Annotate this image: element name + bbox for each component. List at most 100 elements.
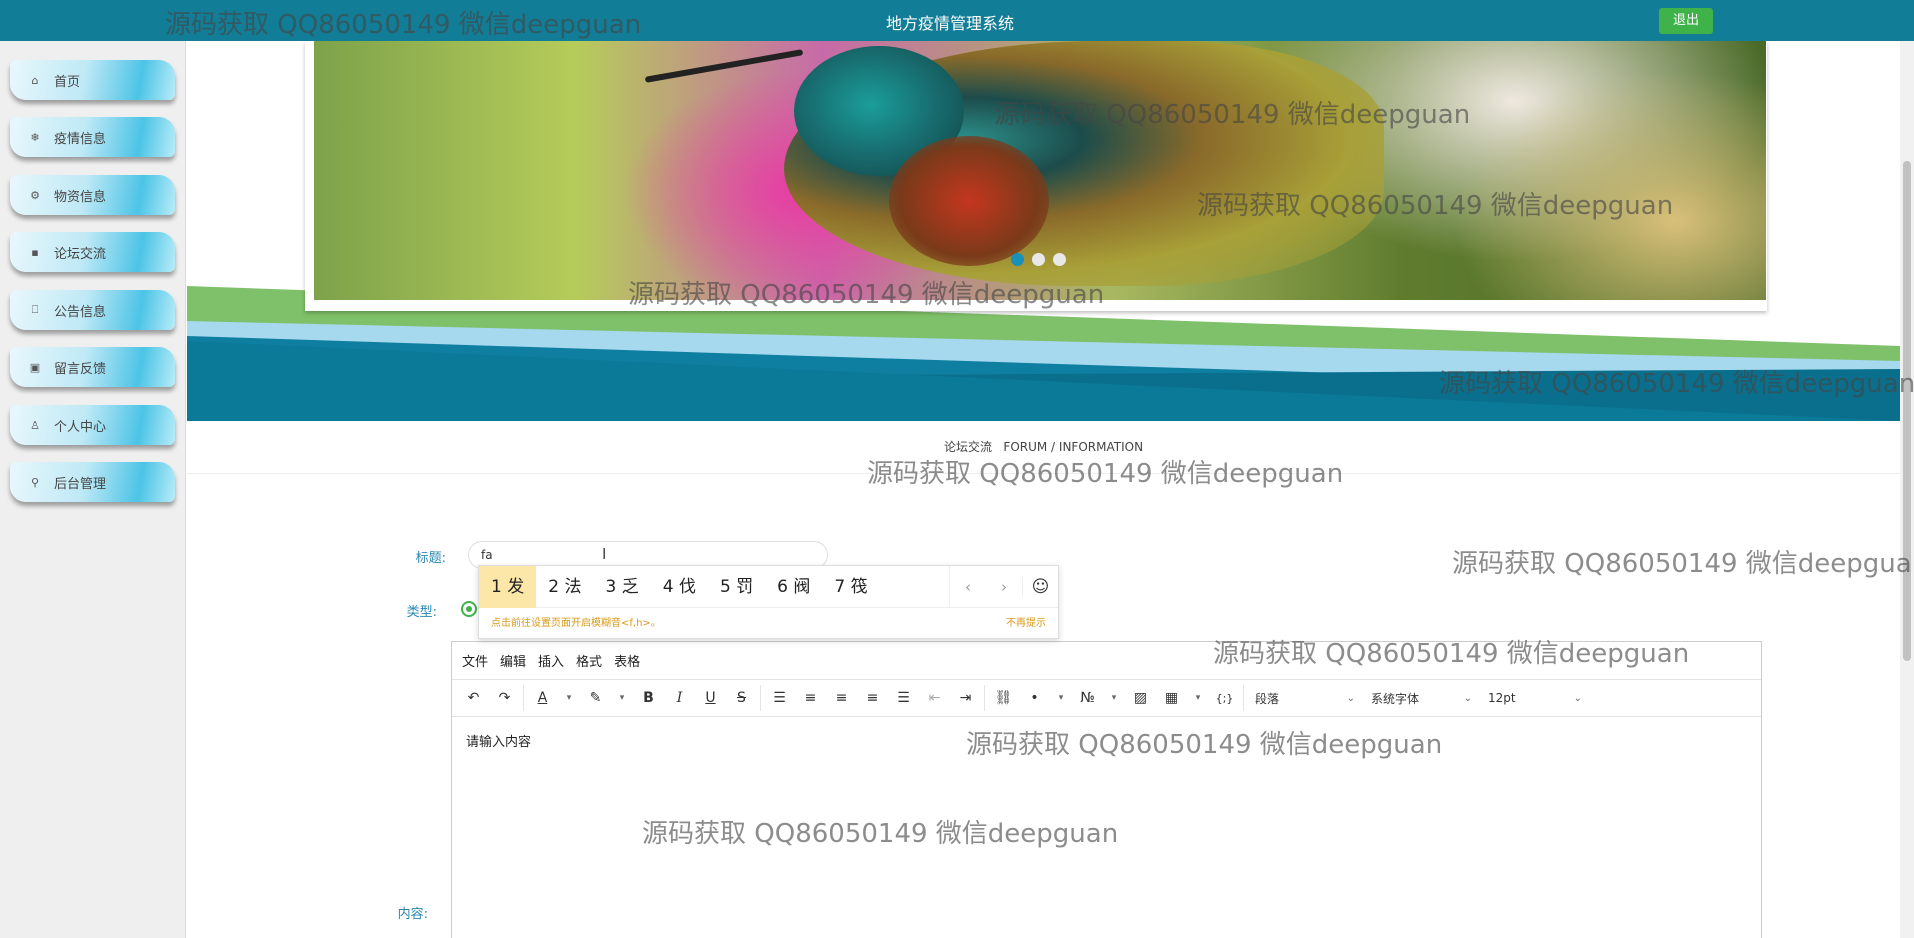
slider-pagination [1011,253,1066,266]
redo-icon[interactable]: ↷ [489,690,520,706]
slider-dot[interactable] [1032,253,1045,266]
menu-format[interactable]: 格式 [576,651,602,670]
underline-icon[interactable]: U [695,690,726,706]
table-icon[interactable]: ▦ [1156,690,1187,706]
font-size-select[interactable]: 12pt ⌄ [1480,691,1590,705]
top-bar: 地方疫情管理系统 退出 [0,0,1914,41]
section-divider [187,473,1900,474]
bird-breast [889,136,1049,266]
sidebar-item-admin[interactable]: ⚲ 后台管理 [10,462,175,502]
font-family-value: 系统字体 [1371,691,1420,706]
ime-candidate-popup: 1 发 2 法 3 乏 4 伐 5 罚 6 阀 7 筏 ‹ › ☺ 点击前往设置… [478,565,1059,639]
numbered-list-icon[interactable]: № [1072,690,1103,706]
sidebar-item-label: 留言反馈 [54,361,107,377]
sidebar-item-epidemic-info[interactable]: ❄ 疫情信息 [10,117,175,157]
block-format-value: 段落 [1255,691,1280,706]
sidebar-item-home[interactable]: ⌂ 首页 [10,60,175,100]
banner [187,41,1900,421]
editor-toolbar: ↶ ↷ A ▾ ✎ ▾ B I U S ☰ ≡ ≡ ≡ ☰ ⇤ ⇥ ⛓ • ▾ … [452,680,1761,717]
sidebar-item-label: 首页 [54,74,81,90]
menu-insert[interactable]: 插入 [538,651,564,670]
link-icon[interactable]: ⛓ [988,690,1019,706]
gear-icon: ⚙ [30,188,40,202]
rich-text-editor: 文件 编辑 插入 格式 表格 ↶ ↷ A ▾ ✎ ▾ B I U S ☰ ≡ ≡… [451,641,1762,938]
ime-dismiss-link[interactable]: 不再提示 [1006,614,1046,629]
scrollbar-thumb[interactable] [1903,161,1911,661]
italic-icon[interactable]: I [664,690,695,706]
text-color-icon[interactable]: A [527,690,558,706]
ime-candidate[interactable]: 1 发 [479,565,537,608]
chevron-down-icon[interactable]: ▾ [611,693,633,703]
link-icon: ⚲ [30,475,40,489]
page-scrollbar[interactable] [1900,41,1914,938]
sidebar: ⌂ 首页 ❄ 疫情信息 ⚙ 物资信息 ▪ 论坛交流 ⎕ 公告信息 ▣ 留言反馈 … [0,41,186,938]
chevron-down-icon: ⌄ [1573,692,1582,704]
align-center-icon[interactable]: ≡ [826,690,857,706]
ime-candidate[interactable]: 2 法 [536,566,593,608]
ime-candidate[interactable]: 7 筏 [822,566,879,608]
type-radio[interactable] [461,601,477,617]
font-size-value: 12pt [1488,691,1516,705]
code-icon[interactable]: {;} [1209,692,1240,705]
ime-candidate[interactable]: 6 阀 [765,566,822,608]
font-family-select[interactable]: 系统字体 ⌄ [1363,690,1480,707]
sidebar-item-announcements[interactable]: ⎕ 公告信息 [10,290,175,330]
bold-icon[interactable]: B [633,690,664,706]
menu-file[interactable]: 文件 [462,651,488,670]
logout-button[interactable]: 退出 [1659,8,1713,34]
chevron-down-icon[interactable]: ▾ [1050,693,1072,703]
sidebar-item-label: 后台管理 [54,476,107,492]
app-title: 地方疫情管理系统 [885,14,1014,33]
sidebar-item-label: 公告信息 [54,304,107,320]
ime-next-icon[interactable]: › [986,578,1022,596]
title-label: 标题: [415,551,446,566]
sidebar-item-supplies-info[interactable]: ⚙ 物资信息 [10,175,175,215]
block-format-select[interactable]: 段落 ⌄ [1247,690,1363,707]
align-justify-icon[interactable]: ☰ [888,690,919,706]
indent-icon[interactable]: ⇥ [950,690,981,706]
type-label: 类型: [406,605,437,620]
editor-content-area[interactable]: 请输入内容 [452,717,1761,764]
chevron-down-icon[interactable]: ▾ [558,693,580,703]
ime-candidate[interactable]: 4 伐 [651,566,708,608]
editor-menubar: 文件 编辑 插入 格式 表格 [452,642,1761,680]
emoji-icon[interactable]: ☺ [1022,576,1058,597]
sidebar-item-feedback[interactable]: ▣ 留言反馈 [10,347,175,387]
outdent-icon[interactable]: ⇤ [919,690,950,706]
undo-icon[interactable]: ↶ [458,690,489,706]
watermark: 源码获取 QQ86050149 微信deepguan [867,459,1344,489]
chevron-down-icon[interactable]: ▾ [1103,693,1125,703]
chevron-down-icon[interactable]: ▾ [1187,693,1209,703]
align-right-icon[interactable]: ≡ [857,690,888,706]
banner-slider[interactable] [305,41,1767,311]
text-cursor-icon: I [602,545,607,563]
ime-hint-text[interactable]: 点击前往设置页面开启模糊音<f,h>。 [491,614,661,629]
slider-dot[interactable] [1011,253,1024,266]
strikethrough-icon[interactable]: S [726,690,757,706]
section-title: 论坛交流 FORUM / INFORMATION [187,438,1900,455]
book-icon: ⎕ [31,303,39,316]
line-height-icon[interactable]: ☰ [764,690,795,706]
sidebar-item-label: 物资信息 [54,189,107,205]
home-icon: ⌂ [31,73,39,87]
forum-icon: ▪ [31,245,39,259]
sidebar-item-label: 个人中心 [54,419,107,435]
ime-candidate[interactable]: 5 罚 [708,566,765,608]
menu-table[interactable]: 表格 [614,651,640,670]
bird-beak [644,49,804,83]
watermark: 源码获取 QQ86050149 微信deepguan [1452,549,1914,579]
ime-prev-icon[interactable]: ‹ [950,578,986,596]
sidebar-item-forum[interactable]: ▪ 论坛交流 [10,232,175,272]
menu-edit[interactable]: 编辑 [500,651,526,670]
slider-dot[interactable] [1053,253,1066,266]
section-title-cn: 论坛交流 [943,440,992,454]
align-left-icon[interactable]: ≡ [795,690,826,706]
ime-candidate[interactable]: 3 乏 [593,566,650,608]
image-icon[interactable]: ▨ [1125,690,1156,706]
section-title-en: FORUM / INFORMATION [1003,440,1144,454]
sidebar-item-label: 论坛交流 [54,246,107,262]
sidebar-item-profile[interactable]: ♙ 个人中心 [10,405,175,445]
sidebar-item-label: 疫情信息 [54,131,107,147]
highlight-icon[interactable]: ✎ [580,690,611,706]
bullet-list-icon[interactable]: • [1019,690,1050,706]
